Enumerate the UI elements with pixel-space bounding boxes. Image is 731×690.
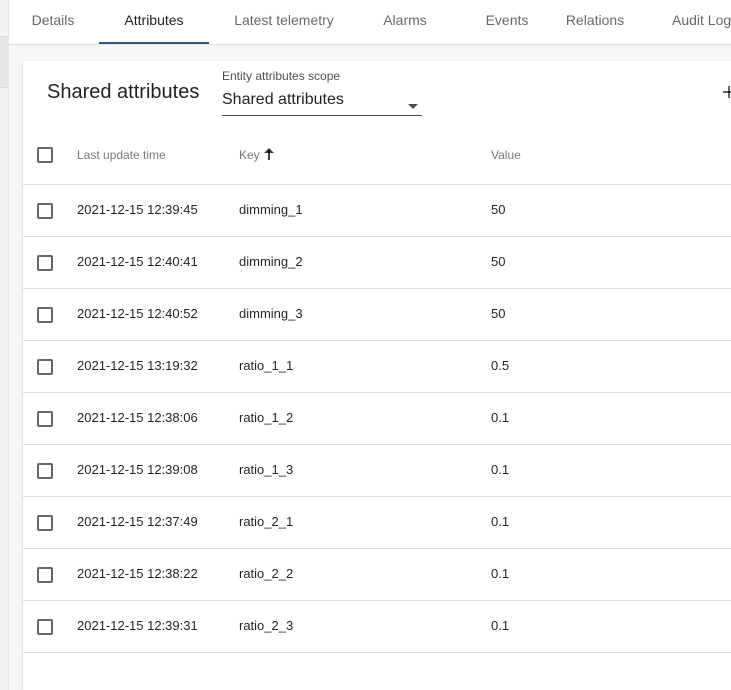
cell-value: 50 [491,306,506,321]
attributes-scope-select[interactable]: Entity attributes scope Shared attribute… [222,69,422,116]
cell-value: 0.5 [491,358,510,373]
tab-bar: Details Attributes Latest telemetry Alar… [9,0,731,45]
cell-last-update-time: 2021-12-15 12:38:22 [77,566,198,581]
table-row[interactable]: 2021-12-15 12:39:45 dimming_1 50 [23,185,731,237]
row-checkbox[interactable] [37,411,53,427]
cell-last-update-time: 2021-12-15 12:40:41 [77,254,198,269]
arrow-up-icon [263,148,274,160]
cell-last-update-time: 2021-12-15 12:39:08 [77,462,198,477]
header-key[interactable]: Key [239,148,274,162]
row-checkbox[interactable] [37,255,53,271]
cell-key: ratio_2_3 [239,618,294,633]
table-row[interactable]: 2021-12-15 12:40:41 dimming_2 50 [23,237,731,289]
select-all-checkbox[interactable] [37,147,53,163]
tab-attributes[interactable]: Attributes [99,0,209,44]
tab-details[interactable]: Details [9,0,97,44]
header-last-update-time[interactable]: Last update time [77,148,166,162]
cell-key: ratio_2_2 [239,566,294,581]
cell-value: 50 [491,202,506,217]
cell-value: 50 [491,254,506,269]
attributes-card: Shared attributes Entity attributes scop… [23,61,731,690]
cell-value: 0.1 [491,410,510,425]
attributes-table: Last update time Key Value 2021-12-15 12… [23,127,731,653]
card-title: Shared attributes [47,81,200,103]
tab-relations[interactable]: Relations [555,0,635,44]
side-panel-edge [0,0,9,690]
row-checkbox[interactable] [37,463,53,479]
cell-last-update-time: 2021-12-15 12:39:31 [77,618,198,633]
scope-selected-value: Shared attributes [222,91,344,108]
cell-key: ratio_1_3 [239,462,294,477]
cell-value: 0.1 [491,514,510,529]
cell-key: dimming_2 [239,254,303,269]
active-tab-indicator [99,42,209,44]
side-panel-notch [0,36,9,88]
cell-last-update-time: 2021-12-15 12:37:49 [77,514,198,529]
add-icon[interactable] [719,79,731,105]
tab-events[interactable]: Events [463,0,551,44]
tab-audit-logs[interactable]: Audit Logs [672,0,731,44]
cell-value: 0.1 [491,462,510,477]
header-value[interactable]: Value [491,148,521,162]
row-checkbox[interactable] [37,203,53,219]
cell-key: ratio_1_1 [239,358,294,373]
table-row[interactable]: 2021-12-15 12:39:31 ratio_2_3 0.1 [23,601,731,653]
dropdown-arrow-icon [408,104,418,109]
table-header-row: Last update time Key Value [23,127,731,185]
cell-key: ratio_2_1 [239,514,294,529]
table-row[interactable]: 2021-12-15 12:37:49 ratio_2_1 0.1 [23,497,731,549]
tab-latest-telemetry[interactable]: Latest telemetry [221,0,347,44]
cell-last-update-time: 2021-12-15 13:19:32 [77,358,198,373]
row-checkbox[interactable] [37,307,53,323]
row-checkbox[interactable] [37,567,53,583]
row-checkbox[interactable] [37,359,53,375]
scope-label: Entity attributes scope [222,69,341,83]
cell-value: 0.1 [491,566,510,581]
header-key-label: Key [239,148,260,162]
cell-key: dimming_3 [239,306,303,321]
tab-alarms[interactable]: Alarms [359,0,451,44]
cell-key: ratio_1_2 [239,410,294,425]
table-row[interactable]: 2021-12-15 12:40:52 dimming_3 50 [23,289,731,341]
table-row[interactable]: 2021-12-15 12:38:22 ratio_2_2 0.1 [23,549,731,601]
cell-last-update-time: 2021-12-15 12:39:45 [77,202,198,217]
table-row[interactable]: 2021-12-15 12:38:06 ratio_1_2 0.1 [23,393,731,445]
row-checkbox[interactable] [37,619,53,635]
row-checkbox[interactable] [37,515,53,531]
cell-last-update-time: 2021-12-15 12:38:06 [77,410,198,425]
table-row[interactable]: 2021-12-15 12:39:08 ratio_1_3 0.1 [23,445,731,497]
table-row[interactable]: 2021-12-15 13:19:32 ratio_1_1 0.5 [23,341,731,393]
cell-value: 0.1 [491,618,510,633]
cell-last-update-time: 2021-12-15 12:40:52 [77,306,198,321]
cell-key: dimming_1 [239,202,303,217]
